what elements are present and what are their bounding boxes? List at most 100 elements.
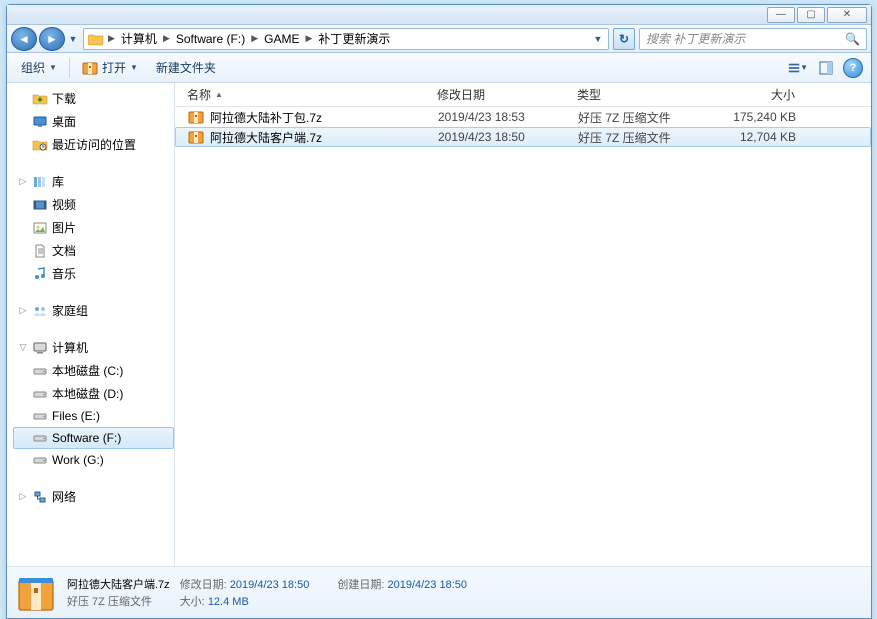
- history-dropdown-icon[interactable]: ▼: [67, 34, 79, 44]
- download-icon: [32, 91, 48, 107]
- sidebar-item-label: Software (F:): [52, 431, 121, 445]
- details-primary: 阿拉德大陆客户端.7z 好压 7Z 压缩文件: [67, 576, 170, 609]
- close-button[interactable]: ✕: [827, 7, 867, 23]
- sort-asc-icon: ▲: [215, 90, 223, 99]
- sidebar-section-network[interactable]: ▷ 网络: [13, 485, 174, 508]
- navigation-tree[interactable]: 下载 桌面 最近访问的位置 ▷ 库 视频 图片: [7, 83, 175, 566]
- sidebar-item-label: 本地磁盘 (C:): [52, 362, 123, 379]
- sidebar-item-video[interactable]: 视频: [13, 193, 174, 216]
- chevron-right-icon[interactable]: ▶: [249, 33, 260, 44]
- search-placeholder: 搜索 补丁更新演示: [646, 30, 745, 47]
- breadcrumb-current[interactable]: 补丁更新演示: [316, 29, 392, 49]
- file-list-area: 名称▲ 修改日期 类型 大小 阿拉德大陆补丁包.7z 2019/4/23 18:…: [175, 83, 871, 566]
- sidebar-section-computer[interactable]: ▽ 计算机: [13, 336, 174, 359]
- sidebar-item-label: 本地磁盘 (D:): [52, 385, 123, 402]
- details-pane: 阿拉德大陆客户端.7z 好压 7Z 压缩文件 修改日期: 2019/4/23 1…: [7, 566, 871, 618]
- details-modified: 修改日期: 2019/4/23 18:50: [180, 576, 310, 592]
- refresh-button[interactable]: ↻: [613, 28, 635, 50]
- file-date: 2019/4/23 18:50: [432, 130, 572, 144]
- sidebar-item-label: 家庭组: [52, 302, 88, 319]
- details-created: 创建日期: 2019/4/23 18:50: [337, 576, 467, 592]
- file-name: 阿拉德大陆客户端.7z: [210, 129, 322, 146]
- view-options-button[interactable]: ▼: [787, 57, 809, 79]
- sidebar-item-documents[interactable]: 文档: [13, 239, 174, 262]
- file-size: 12,704 KB: [702, 130, 802, 144]
- preview-pane-button[interactable]: [815, 57, 837, 79]
- expand-icon[interactable]: ▷: [18, 491, 28, 502]
- video-icon: [32, 197, 48, 213]
- sidebar-item-downloads[interactable]: 下载: [13, 87, 174, 110]
- nav-history: ◄ ► ▼: [11, 27, 79, 51]
- breadcrumb-computer[interactable]: 计算机: [119, 29, 159, 49]
- chevron-down-icon: ▼: [130, 63, 138, 72]
- column-size[interactable]: 大小: [701, 86, 801, 103]
- file-type: 好压 7Z 压缩文件: [572, 129, 702, 146]
- sidebar-item-label: 下载: [52, 90, 76, 107]
- chevron-right-icon[interactable]: ▶: [106, 33, 117, 44]
- separator: [69, 58, 70, 78]
- organize-button[interactable]: 组织▼: [15, 56, 63, 79]
- address-dropdown-icon[interactable]: ▼: [592, 34, 604, 44]
- minimize-button[interactable]: —: [767, 7, 795, 23]
- sidebar-item-desktop[interactable]: 桌面: [13, 110, 174, 133]
- computer-icon: [32, 340, 48, 356]
- file-name: 阿拉德大陆补丁包.7z: [210, 109, 322, 126]
- maximize-button[interactable]: ▢: [797, 7, 825, 23]
- music-icon: [32, 266, 48, 282]
- sidebar-item-label: 最近访问的位置: [52, 136, 136, 153]
- desktop-icon: [32, 114, 48, 130]
- chevron-right-icon[interactable]: ▶: [161, 33, 172, 44]
- expand-icon[interactable]: ▷: [18, 305, 28, 316]
- chevron-down-icon: ▼: [800, 63, 808, 72]
- picture-icon: [32, 220, 48, 236]
- sidebar-item-label: 文档: [52, 242, 76, 259]
- file-row[interactable]: 阿拉德大陆补丁包.7z 2019/4/23 18:53 好压 7Z 压缩文件 1…: [175, 107, 871, 127]
- folder-icon: [88, 32, 104, 46]
- drive-icon: [32, 408, 48, 424]
- back-button[interactable]: ◄: [11, 27, 37, 51]
- sidebar-item-pictures[interactable]: 图片: [13, 216, 174, 239]
- column-name[interactable]: 名称▲: [181, 86, 431, 103]
- drive-icon: [32, 386, 48, 402]
- sidebar-item-label: 视频: [52, 196, 76, 213]
- sidebar-item-drive-d[interactable]: 本地磁盘 (D:): [13, 382, 174, 405]
- help-button[interactable]: ?: [843, 58, 863, 78]
- new-folder-button[interactable]: 新建文件夹: [150, 56, 222, 79]
- sidebar-section-homegroup[interactable]: ▷ 家庭组: [13, 299, 174, 322]
- navigation-bar: ◄ ► ▼ ▶ 计算机 ▶ Software (F:) ▶ GAME ▶ 补丁更…: [7, 25, 871, 53]
- sidebar-section-libraries[interactable]: ▷ 库: [13, 170, 174, 193]
- forward-button[interactable]: ►: [39, 27, 65, 51]
- address-bar[interactable]: ▶ 计算机 ▶ Software (F:) ▶ GAME ▶ 补丁更新演示 ▼: [83, 28, 609, 50]
- file-size: 175,240 KB: [702, 110, 802, 124]
- drive-icon: [32, 452, 48, 468]
- sidebar-item-label: Work (G:): [52, 453, 104, 467]
- sidebar-item-label: 音乐: [52, 265, 76, 282]
- drive-icon: [32, 430, 48, 446]
- expand-icon[interactable]: ▷: [18, 176, 28, 187]
- sidebar-item-label: 网络: [52, 488, 76, 505]
- search-input[interactable]: 搜索 补丁更新演示 🔍: [639, 28, 867, 50]
- sidebar-item-music[interactable]: 音乐: [13, 262, 174, 285]
- sidebar-item-drive-e[interactable]: Files (E:): [13, 405, 174, 427]
- library-icon: [32, 174, 48, 190]
- breadcrumb-software[interactable]: Software (F:): [174, 29, 247, 49]
- sidebar-item-drive-f[interactable]: Software (F:): [13, 427, 174, 449]
- sidebar-item-recent[interactable]: 最近访问的位置: [13, 133, 174, 156]
- sidebar-item-label: 桌面: [52, 113, 76, 130]
- chevron-right-icon[interactable]: ▶: [303, 33, 314, 44]
- column-date[interactable]: 修改日期: [431, 86, 571, 103]
- breadcrumb-game[interactable]: GAME: [262, 29, 301, 49]
- sidebar-item-drive-c[interactable]: 本地磁盘 (C:): [13, 359, 174, 382]
- details-filename: 阿拉德大陆客户端.7z: [67, 576, 170, 592]
- file-row[interactable]: 阿拉德大陆客户端.7z 2019/4/23 18:50 好压 7Z 压缩文件 1…: [175, 127, 871, 147]
- drive-icon: [32, 363, 48, 379]
- recent-icon: [32, 137, 48, 153]
- sidebar-item-label: 计算机: [52, 339, 88, 356]
- open-button[interactable]: 打开▼: [76, 56, 144, 79]
- column-type[interactable]: 类型: [571, 86, 701, 103]
- titlebar: — ▢ ✕: [7, 5, 871, 25]
- archive-icon: [188, 109, 204, 125]
- sidebar-item-drive-g[interactable]: Work (G:): [13, 449, 174, 471]
- collapse-icon[interactable]: ▽: [18, 342, 28, 353]
- file-rows[interactable]: 阿拉德大陆补丁包.7z 2019/4/23 18:53 好压 7Z 压缩文件 1…: [175, 107, 871, 566]
